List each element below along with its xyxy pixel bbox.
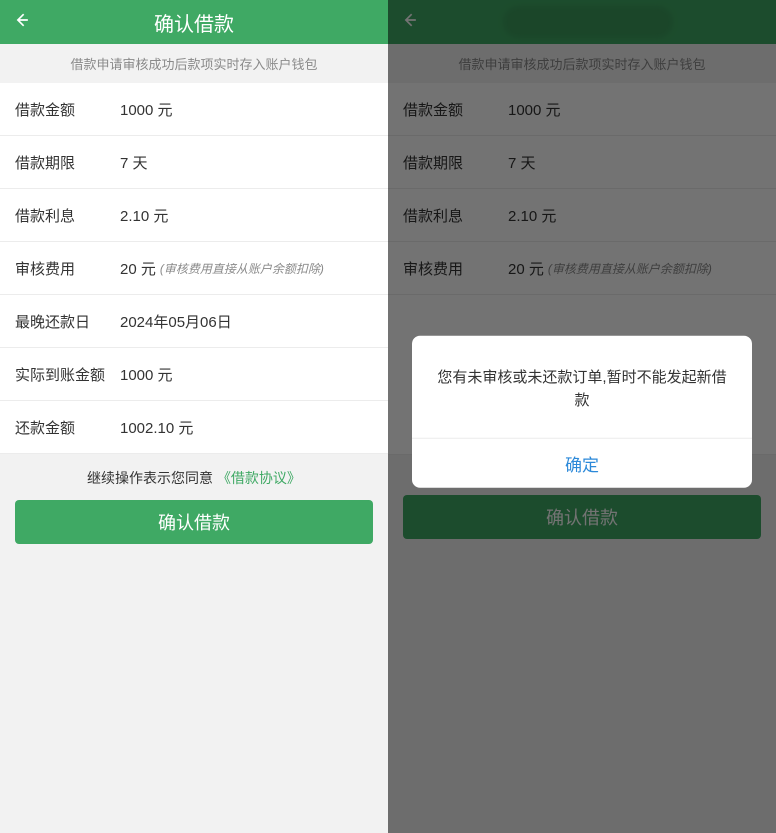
row-value: 1000 元: [508, 99, 561, 120]
left-panel: 确认借款 借款申请审核成功后款项实时存入账户钱包 借款金额 1000 元 借款期…: [0, 0, 388, 833]
title-mask: [503, 6, 673, 38]
row-label: 审核费用: [15, 258, 120, 279]
details-list: 借款金额 1000 元 借款期限 7 天 借款利息 2.10 元 审核费用 20…: [388, 83, 776, 295]
row-review-fee: 审核费用 20 元 (审核费用直接从账户余额扣除): [0, 242, 388, 295]
row-value: 2024年05月06日: [120, 311, 232, 332]
agreement-link[interactable]: 《借款协议》: [217, 470, 301, 486]
confirm-button[interactable]: 确认借款: [403, 495, 761, 539]
row-due-date: 最晚还款日 2024年05月06日: [0, 295, 388, 348]
right-panel: 借款申请审核成功后款项实时存入账户钱包 借款金额 1000 元 借款期限 7 天…: [388, 0, 776, 833]
row-label: 还款金额: [15, 417, 120, 438]
row-loan-term: 借款期限 7 天: [388, 136, 776, 189]
back-arrow-icon: [12, 10, 32, 35]
row-value: 20 元: [508, 258, 544, 279]
row-loan-amount: 借款金额 1000 元: [388, 83, 776, 136]
row-label: 借款利息: [15, 205, 120, 226]
row-label: 借款期限: [15, 152, 120, 173]
page-title: 确认借款: [154, 8, 234, 37]
fee-note: (审核费用直接从账户余额扣除): [548, 260, 712, 277]
agree-text: 继续操作表示您同意: [87, 470, 213, 486]
row-value: 7 天: [120, 152, 148, 173]
row-label: 借款利息: [403, 205, 508, 226]
details-list: 借款金额 1000 元 借款期限 7 天 借款利息 2.10 元 审核费用 20…: [0, 83, 388, 454]
back-button[interactable]: [12, 0, 32, 44]
notice-bar: 借款申请审核成功后款项实时存入账户钱包: [0, 44, 388, 83]
row-value: 20 元: [120, 258, 156, 279]
row-loan-amount: 借款金额 1000 元: [0, 83, 388, 136]
row-label: 实际到账金额: [15, 364, 120, 385]
row-interest: 借款利息 2.10 元: [0, 189, 388, 242]
row-value: 1002.10 元: [120, 417, 193, 438]
row-value: 1000 元: [120, 364, 173, 385]
back-button[interactable]: [400, 0, 420, 44]
row-loan-term: 借款期限 7 天: [0, 136, 388, 189]
row-interest: 借款利息 2.10 元: [388, 189, 776, 242]
header: 确认借款: [0, 0, 388, 44]
row-label: 借款金额: [403, 99, 508, 120]
modal-ok-button[interactable]: 确定: [412, 438, 752, 488]
notice-bar: 借款申请审核成功后款项实时存入账户钱包: [388, 44, 776, 83]
modal-message: 您有未审核或未还款订单,暂时不能发起新借款: [412, 335, 752, 438]
header: [388, 0, 776, 44]
back-arrow-icon: [400, 10, 420, 35]
row-value: 2.10 元: [508, 205, 556, 226]
row-value: 2.10 元: [120, 205, 168, 226]
alert-modal: 您有未审核或未还款订单,暂时不能发起新借款 确定: [412, 335, 752, 488]
row-label: 审核费用: [403, 258, 508, 279]
row-received-amount: 实际到账金额 1000 元: [0, 348, 388, 401]
row-label: 借款期限: [403, 152, 508, 173]
row-review-fee: 审核费用 20 元 (审核费用直接从账户余额扣除): [388, 242, 776, 295]
row-value: 1000 元: [120, 99, 173, 120]
row-value: 7 天: [508, 152, 536, 173]
row-repay-amount: 还款金额 1002.10 元: [0, 401, 388, 454]
confirm-button[interactable]: 确认借款: [15, 500, 373, 544]
agreement-line: 继续操作表示您同意 《借款协议》: [0, 454, 388, 500]
fee-note: (审核费用直接从账户余额扣除): [160, 260, 324, 277]
row-label: 最晚还款日: [15, 311, 120, 332]
row-label: 借款金额: [15, 99, 120, 120]
